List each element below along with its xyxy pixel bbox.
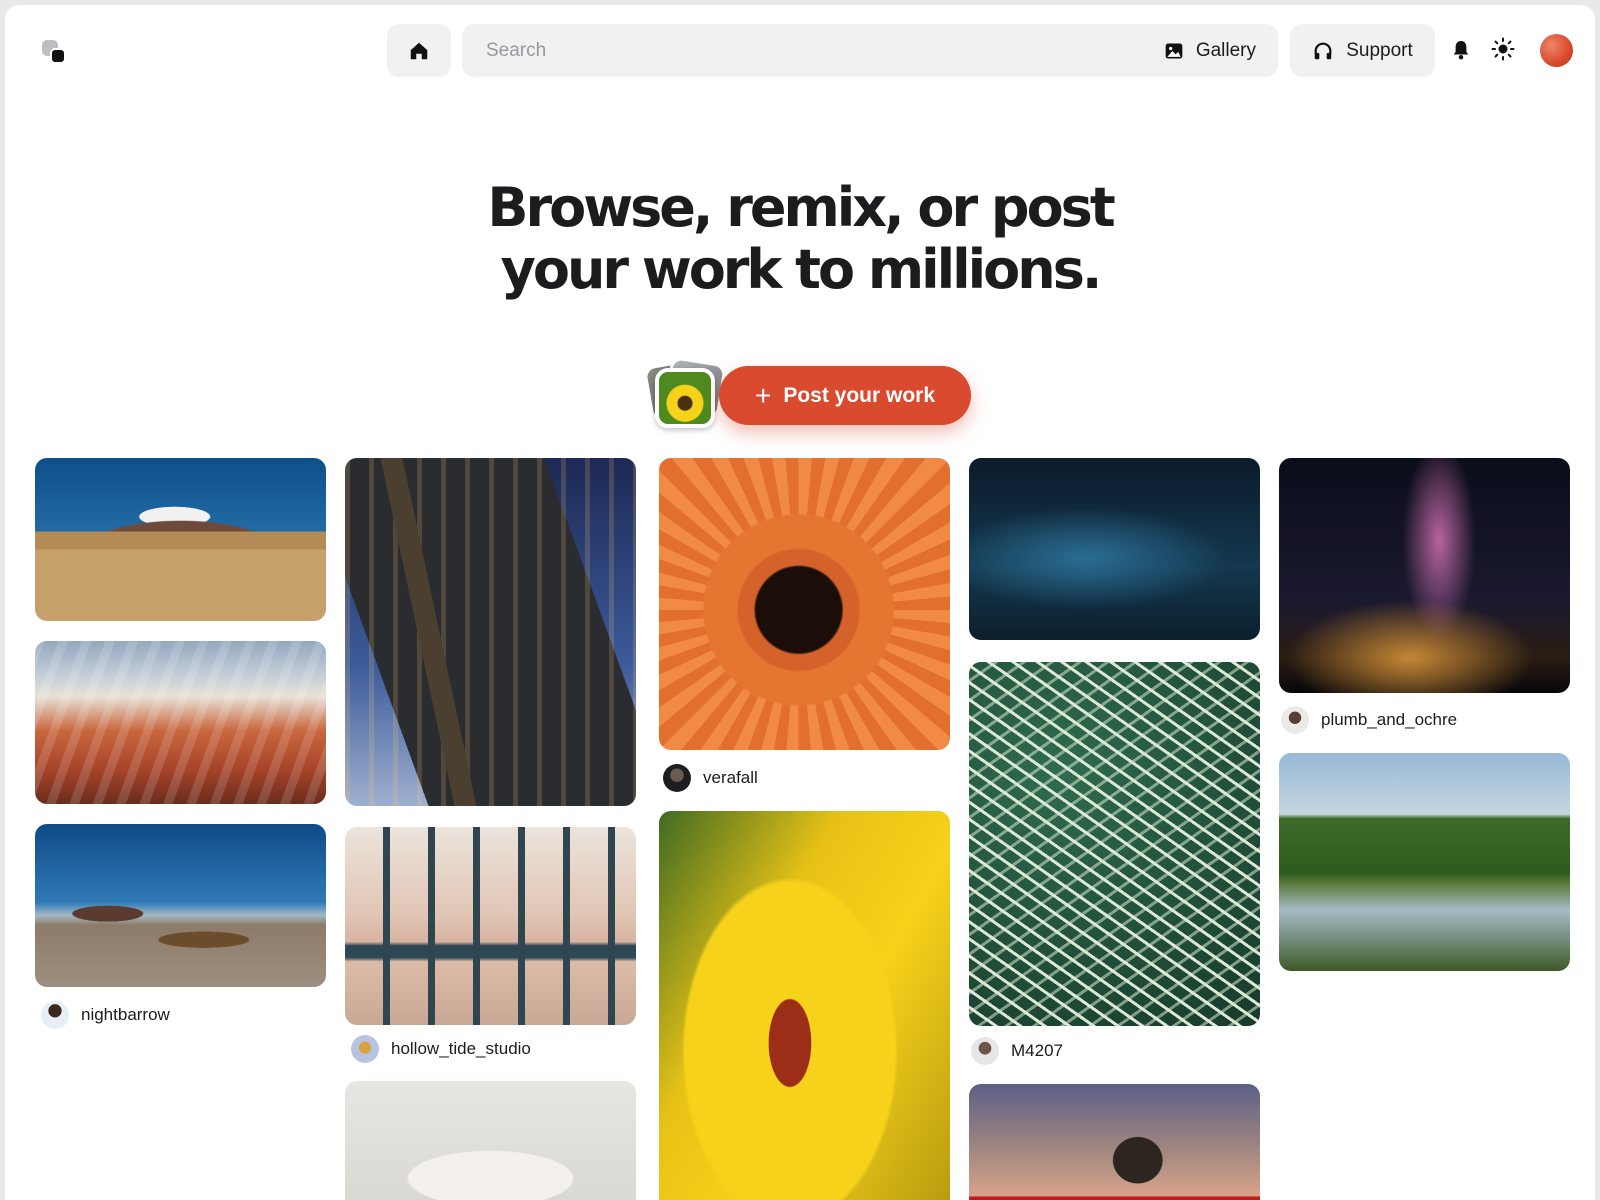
post-your-work-label: Post your work xyxy=(783,383,936,407)
post-cta: + Post your work xyxy=(642,355,973,432)
photo-foggy-bridge[interactable] xyxy=(345,827,636,1025)
app-logo[interactable] xyxy=(42,40,70,68)
author-plumb-and-ochre[interactable]: plumb_and_ochre xyxy=(1281,706,1457,734)
support-button[interactable]: Support xyxy=(1290,24,1435,77)
author-avatar xyxy=(41,1001,69,1029)
photo-cantilever-tower[interactable] xyxy=(345,458,636,806)
photo-forest-lake[interactable] xyxy=(1279,753,1570,971)
hero-line-1: Browse, remix, or post xyxy=(487,176,1115,239)
support-label: Support xyxy=(1346,39,1413,61)
photo-desert-volcano[interactable] xyxy=(35,458,326,621)
author-name: verafall xyxy=(703,768,758,787)
app-window: Search Gallery Support Browse, remix, or… xyxy=(5,5,1595,1200)
hero-heading: Browse, remix, or post your work to mill… xyxy=(5,177,1595,301)
theme-toggle[interactable] xyxy=(1491,37,1515,66)
photo-yellow-lily[interactable] xyxy=(659,811,950,1200)
headphones-icon xyxy=(1314,42,1332,59)
author-avatar xyxy=(663,764,691,792)
search-input[interactable]: Search xyxy=(486,40,1164,62)
author-name: M4207 xyxy=(1011,1041,1063,1060)
photo-lone-tree-field[interactable] xyxy=(969,1084,1260,1200)
photo-milky-way[interactable] xyxy=(1279,458,1570,693)
profile-avatar[interactable] xyxy=(1540,34,1573,67)
gallery-filter-button[interactable]: Gallery xyxy=(1164,40,1256,62)
author-nightbarrow[interactable]: nightbarrow xyxy=(41,1001,170,1029)
author-avatar xyxy=(351,1035,379,1063)
home-button[interactable] xyxy=(387,24,451,77)
hero-line-2: your work to millions. xyxy=(500,238,1103,301)
home-icon xyxy=(410,42,428,59)
sun-icon xyxy=(1491,37,1515,61)
author-hollow-tide-studio[interactable]: hollow_tide_studio xyxy=(351,1035,531,1063)
author-avatar xyxy=(1281,706,1309,734)
gallery-label: Gallery xyxy=(1195,39,1256,61)
author-name: plumb_and_ochre xyxy=(1321,710,1458,729)
photo-red-roof-city[interactable] xyxy=(35,641,326,804)
author-name: hollow_tide_studio xyxy=(391,1039,531,1058)
photo-white-sofa[interactable] xyxy=(345,1081,636,1200)
photo-starry-sky[interactable] xyxy=(969,458,1260,640)
photo-orange-gerbera[interactable] xyxy=(659,458,950,750)
notifications-button[interactable] xyxy=(1452,39,1470,66)
author-avatar xyxy=(971,1037,999,1065)
photo-abandoned-bus[interactable] xyxy=(35,824,326,987)
author-name: nightbarrow xyxy=(81,1005,170,1024)
search-bar[interactable]: Search Gallery xyxy=(462,24,1278,77)
author-verafall[interactable]: verafall xyxy=(663,764,758,792)
plus-icon: + xyxy=(754,379,772,411)
photo-calathea-leaves[interactable] xyxy=(969,662,1260,1026)
post-your-work-button[interactable]: + Post your work xyxy=(719,366,971,425)
bell-icon xyxy=(1453,41,1469,60)
image-icon xyxy=(1165,43,1183,58)
photo-stack-thumbnail xyxy=(642,355,728,432)
author-m4207[interactable]: M4207 xyxy=(971,1037,1063,1065)
